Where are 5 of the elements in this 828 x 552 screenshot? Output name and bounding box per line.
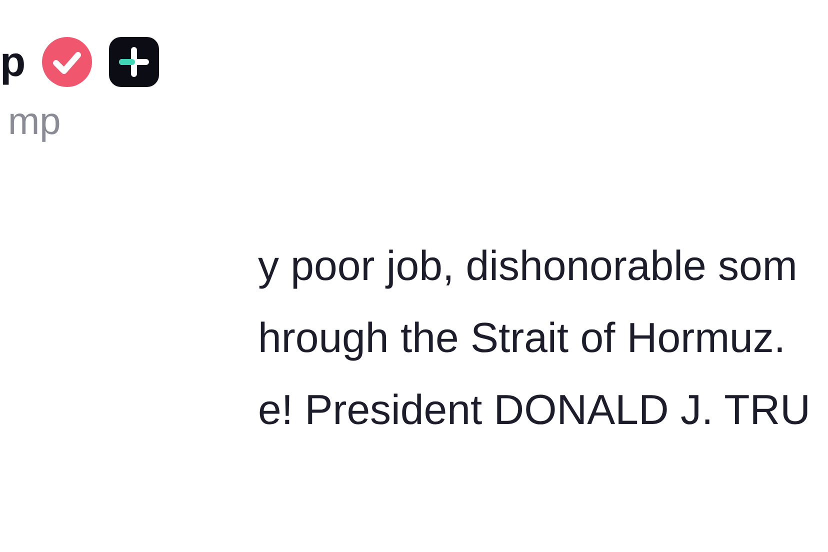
- plus-icon[interactable]: [108, 36, 160, 88]
- post-text-line: hrough the Strait of Hormuz.: [258, 312, 787, 363]
- post-text-line: y poor job, dishonorable som: [258, 240, 798, 291]
- post-text-line: e! President DONALD J. TRU: [258, 384, 812, 435]
- author-name[interactable]: p: [0, 41, 26, 83]
